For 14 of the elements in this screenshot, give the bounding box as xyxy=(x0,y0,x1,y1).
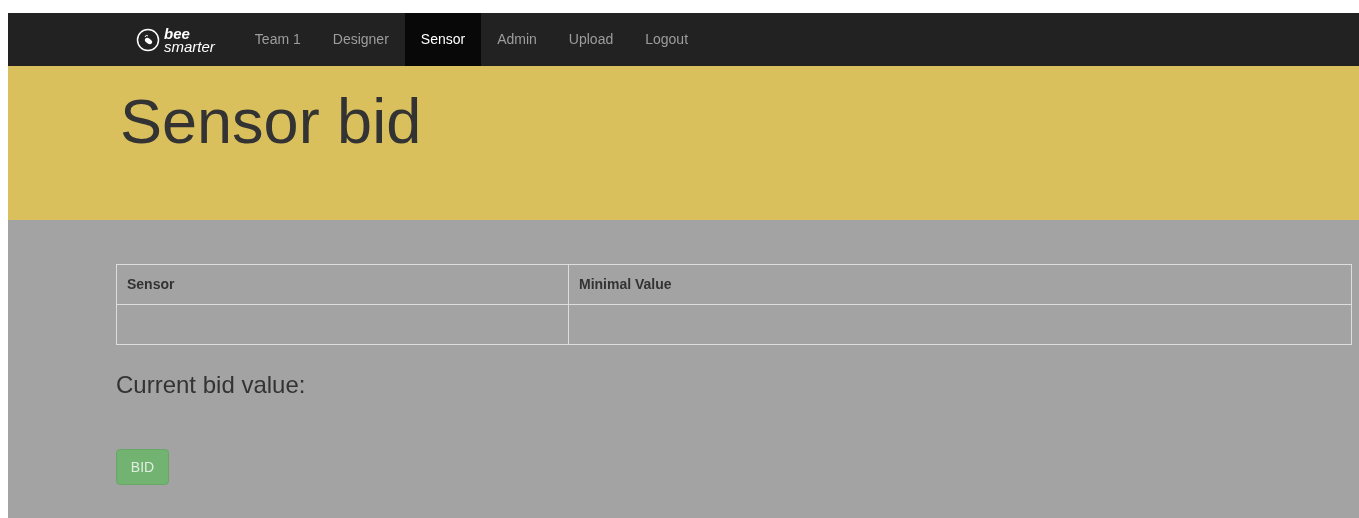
nav-link[interactable]: Team 1 xyxy=(238,13,317,66)
page-title: Sensor bid xyxy=(120,86,423,156)
logo-text: smarter xyxy=(164,39,215,53)
logo[interactable]: bee smarter xyxy=(136,13,215,66)
bee-icon xyxy=(136,27,160,52)
nav-link[interactable]: Upload xyxy=(552,13,630,66)
nav-link[interactable]: Designer xyxy=(316,13,405,66)
column-header: Minimal Value xyxy=(568,264,1352,305)
column-header: Sensor xyxy=(116,264,569,305)
current-bid-label: Current bid value: xyxy=(116,370,307,400)
nav-link[interactable]: Admin xyxy=(481,13,553,66)
logo-text: bee xyxy=(164,26,191,40)
nav-link[interactable]: Logout xyxy=(629,13,705,66)
nav-link[interactable]: Sensor xyxy=(404,13,482,66)
